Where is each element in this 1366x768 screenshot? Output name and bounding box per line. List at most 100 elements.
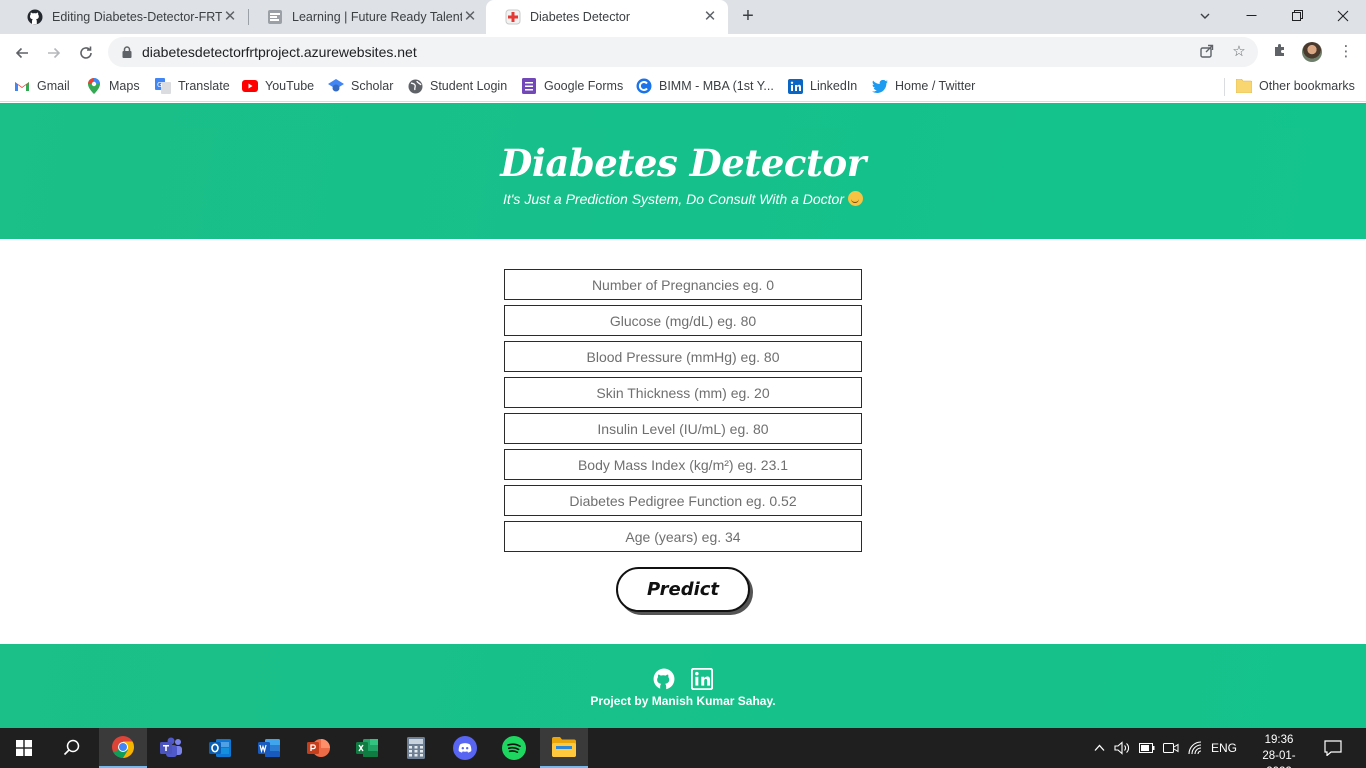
chrome-icon[interactable] bbox=[99, 728, 147, 768]
tab-search-chevron-icon[interactable] bbox=[1182, 0, 1228, 30]
more-menu-icon[interactable]: ⋮ bbox=[1336, 42, 1356, 62]
bookmark-label: Maps bbox=[109, 79, 140, 93]
hero-header: Diabetes Detector It's Just a Prediction… bbox=[0, 103, 1366, 239]
pregnancies-input[interactable] bbox=[504, 269, 862, 300]
close-tab-icon[interactable]: ✕ bbox=[462, 9, 478, 25]
bookmark-google-forms[interactable]: Google Forms bbox=[521, 76, 623, 96]
frt-icon bbox=[267, 9, 283, 25]
age-input[interactable] bbox=[504, 521, 862, 552]
close-tab-icon[interactable]: ✕ bbox=[702, 9, 718, 25]
bookmarks-bar: Gmail Maps G Translate YouTube Scholar S… bbox=[0, 70, 1366, 102]
site-favicon-icon bbox=[505, 9, 521, 25]
bookmark-label: BIMM - MBA (1st Y... bbox=[659, 79, 774, 93]
bmi-input[interactable] bbox=[504, 449, 862, 480]
tab-title: Diabetes Detector bbox=[530, 10, 631, 24]
translate-icon: G bbox=[155, 78, 171, 94]
meet-now-icon[interactable] bbox=[1161, 728, 1181, 768]
search-icon[interactable] bbox=[48, 728, 96, 768]
url-text[interactable]: diabetesdetectorfrtproject.azurewebsites… bbox=[142, 44, 417, 60]
bookmark-label: Home / Twitter bbox=[895, 79, 976, 93]
minimize-icon[interactable] bbox=[1228, 0, 1274, 30]
predict-button[interactable]: Predict bbox=[616, 567, 750, 612]
maps-icon bbox=[86, 78, 102, 94]
page-footer: Project by Manish Kumar Sahay. bbox=[0, 644, 1366, 728]
scholar-icon bbox=[328, 78, 344, 94]
subtitle-text: It's Just a Prediction System, Do Consul… bbox=[502, 191, 844, 207]
bookmarks-divider bbox=[1224, 78, 1225, 96]
forms-icon bbox=[521, 78, 537, 94]
bookmark-star-icon[interactable]: ☆ bbox=[1230, 43, 1248, 61]
start-icon[interactable] bbox=[0, 728, 48, 768]
bookmark-twitter[interactable]: Home / Twitter bbox=[872, 76, 975, 96]
show-hidden-icons-chevron-icon[interactable] bbox=[1090, 728, 1108, 768]
other-bookmarks[interactable]: Other bookmarks bbox=[1236, 76, 1355, 96]
language-indicator[interactable]: ENG bbox=[1208, 728, 1240, 768]
restore-icon[interactable] bbox=[1274, 0, 1320, 30]
excel-icon[interactable] bbox=[343, 728, 391, 768]
file-explorer-icon[interactable] bbox=[540, 728, 588, 768]
volume-icon[interactable] bbox=[1112, 728, 1132, 768]
spotify-icon[interactable] bbox=[490, 728, 538, 768]
bimm-icon bbox=[636, 78, 652, 94]
notification-center-icon[interactable] bbox=[1318, 728, 1348, 768]
windows-taskbar: ENG 19:36 28-01-2022 bbox=[0, 728, 1366, 768]
bookmark-bimm[interactable]: BIMM - MBA (1st Y... bbox=[636, 76, 774, 96]
forward-icon[interactable] bbox=[40, 38, 68, 66]
share-icon[interactable] bbox=[1198, 43, 1216, 61]
blood-pressure-input[interactable] bbox=[504, 341, 862, 372]
bookmark-linkedin[interactable]: LinkedIn bbox=[787, 76, 857, 96]
bookmark-label: Google Forms bbox=[544, 79, 624, 93]
glucose-input[interactable] bbox=[504, 305, 862, 336]
browser-tab-strip: Editing Diabetes-Detector-FRT-Pr ✕ Learn… bbox=[0, 0, 1366, 34]
extensions-puzzle-icon[interactable] bbox=[1270, 42, 1290, 62]
tab-diabetes-detector[interactable]: Diabetes Detector ✕ bbox=[486, 0, 728, 34]
bookmark-scholar[interactable]: Scholar bbox=[328, 76, 393, 96]
browser-toolbar: diabetesdetectorfrtproject.azurewebsites… bbox=[0, 34, 1366, 70]
discord-icon[interactable] bbox=[441, 728, 489, 768]
skin-thickness-input[interactable] bbox=[504, 377, 862, 408]
folder-icon bbox=[1236, 78, 1252, 94]
bookmark-youtube[interactable]: YouTube bbox=[242, 76, 314, 96]
battery-icon[interactable] bbox=[1137, 728, 1157, 768]
calculator-icon[interactable] bbox=[392, 728, 440, 768]
pedigree-function-input[interactable] bbox=[504, 485, 862, 516]
github-icon[interactable] bbox=[653, 668, 675, 690]
globe-icon bbox=[407, 78, 423, 94]
lock-icon[interactable] bbox=[120, 45, 134, 59]
linkedin-icon bbox=[787, 78, 803, 94]
bookmark-label: Translate bbox=[178, 79, 230, 93]
bookmark-student-login[interactable]: Student Login bbox=[407, 76, 507, 96]
address-bar[interactable]: diabetesdetectorfrtproject.azurewebsites… bbox=[108, 37, 1258, 67]
svg-text:G: G bbox=[157, 81, 162, 89]
bookmark-gmail[interactable]: Gmail bbox=[14, 76, 70, 96]
outlook-icon[interactable] bbox=[196, 728, 244, 768]
bookmark-label: Gmail bbox=[37, 79, 70, 93]
bookmark-label: Scholar bbox=[351, 79, 394, 93]
word-icon[interactable] bbox=[245, 728, 293, 768]
tab-title: Learning | Future Ready Talent bbox=[292, 10, 462, 24]
footer-credit: Project by Manish Kumar Sahay. bbox=[590, 694, 776, 708]
powerpoint-icon[interactable] bbox=[294, 728, 342, 768]
back-icon[interactable] bbox=[8, 38, 36, 66]
tab-editing-diabetes-detector[interactable]: Editing Diabetes-Detector-FRT-Pr ✕ bbox=[8, 0, 248, 34]
close-window-icon[interactable] bbox=[1320, 0, 1366, 30]
close-tab-icon[interactable]: ✕ bbox=[222, 9, 238, 25]
page-subtitle: It's Just a Prediction System, Do Consul… bbox=[0, 191, 1366, 207]
github-icon bbox=[27, 9, 43, 25]
teams-icon[interactable] bbox=[147, 728, 195, 768]
tab-learning-future-ready-talent[interactable]: Learning | Future Ready Talent ✕ bbox=[248, 0, 488, 34]
twitter-icon bbox=[872, 78, 888, 94]
wifi-icon[interactable] bbox=[1185, 728, 1207, 768]
other-bookmarks-label: Other bookmarks bbox=[1259, 79, 1355, 93]
new-tab-icon[interactable]: + bbox=[737, 5, 759, 27]
tab-title: Editing Diabetes-Detector-FRT-Pr bbox=[52, 10, 222, 24]
profile-avatar[interactable] bbox=[1302, 42, 1322, 62]
bookmark-label: LinkedIn bbox=[810, 79, 858, 93]
system-clock[interactable]: 19:36 28-01-2022 bbox=[1254, 732, 1304, 768]
bookmark-translate[interactable]: G Translate bbox=[155, 76, 230, 96]
bookmark-maps[interactable]: Maps bbox=[86, 76, 140, 96]
insulin-level-input[interactable] bbox=[504, 413, 862, 444]
bookmark-label: YouTube bbox=[265, 79, 315, 93]
linkedin-icon[interactable] bbox=[690, 667, 714, 691]
reload-icon[interactable] bbox=[72, 38, 100, 66]
